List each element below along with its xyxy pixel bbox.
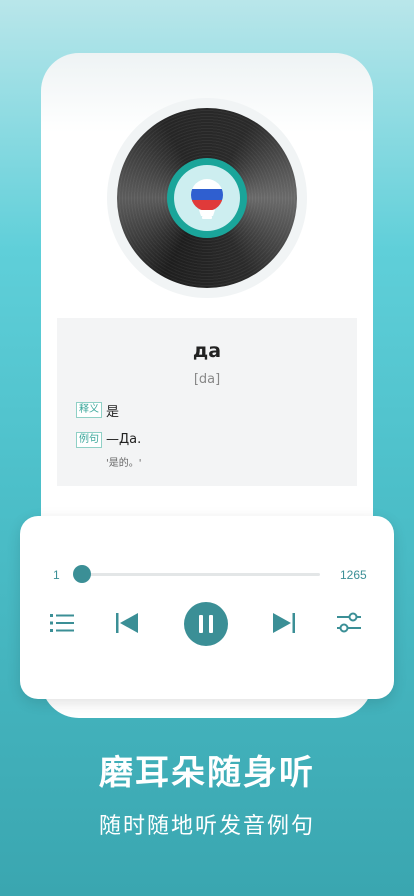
example-translation: '是的。' <box>106 458 142 469</box>
current-index: 1 <box>53 568 60 582</box>
example-tag: 例句 <box>76 432 102 448</box>
word-card: да [da] 释义 是 例句 —Да. '是的。' <box>57 318 357 486</box>
promo-headline: 磨耳朵随身听 <box>99 753 315 793</box>
progress-track[interactable] <box>82 573 320 576</box>
word-title: да <box>192 340 222 362</box>
progress-thumb[interactable] <box>73 565 91 583</box>
pause-button[interactable] <box>184 602 228 646</box>
vinyl-record <box>117 108 297 288</box>
meaning-tag: 释义 <box>76 402 102 418</box>
skip-next-icon[interactable] <box>272 612 296 634</box>
list-icon[interactable] <box>50 612 74 634</box>
record-label <box>167 158 247 238</box>
word-phonetic: [da] <box>193 372 221 387</box>
promo-subtitle: 随时随地听发音例句 <box>98 814 315 839</box>
sliders-icon[interactable] <box>336 611 362 635</box>
pause-icon <box>199 615 203 633</box>
russian-flag-bulb-icon <box>191 179 223 219</box>
vinyl-record-holder <box>107 98 307 298</box>
total-count: 1265 <box>340 568 367 582</box>
audio-player: 1 1265 <box>20 516 394 699</box>
skip-previous-icon[interactable] <box>115 612 139 634</box>
example-sentence: —Да. <box>106 432 142 447</box>
word-meaning: 是 <box>106 405 120 420</box>
